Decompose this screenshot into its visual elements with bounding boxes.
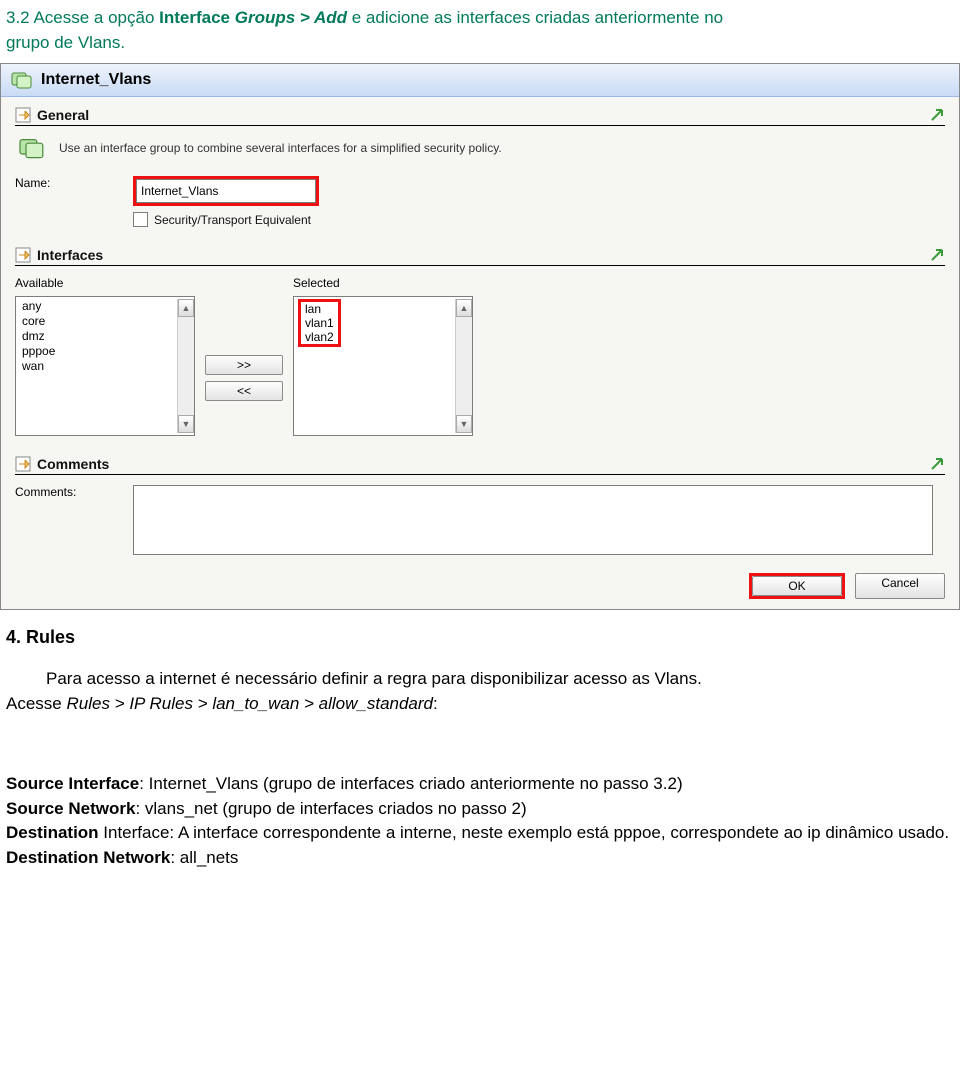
list-item[interactable]: vlan1 bbox=[303, 316, 336, 330]
section-interfaces-header[interactable]: Interfaces bbox=[15, 243, 945, 266]
section-comments-header[interactable]: Comments bbox=[15, 452, 945, 475]
dialog-title: Internet_Vlans bbox=[41, 71, 151, 89]
scroll-up-icon[interactable]: ▲ bbox=[456, 299, 472, 317]
scroll-up-icon[interactable]: ▲ bbox=[178, 299, 194, 317]
add-to-selected-button[interactable]: >> bbox=[205, 355, 283, 375]
selected-label: Selected bbox=[293, 276, 473, 290]
section-general-desc: Use an interface group to combine severa… bbox=[59, 141, 502, 155]
intro-paragraph: 3.2 Acesse a opção Interface Groups > Ad… bbox=[0, 0, 960, 57]
intro-txt-b: Interface bbox=[159, 8, 230, 27]
section-comments: Comments Comments: bbox=[1, 446, 959, 565]
src-net-val: : vlans_net (grupo de interfaces criados… bbox=[135, 799, 526, 818]
comments-label: Comments: bbox=[15, 485, 125, 499]
list-item[interactable]: pppoe bbox=[20, 344, 177, 358]
dialog-titlebar: Internet_Vlans bbox=[1, 64, 959, 97]
name-input[interactable] bbox=[136, 179, 316, 203]
intro-txt-a: Acesse a opção bbox=[33, 8, 154, 27]
comments-textarea[interactable] bbox=[133, 485, 933, 555]
rules-path: Rules > IP Rules > lan_to_wan > allow_st… bbox=[66, 694, 433, 713]
section-comments-label: Comments bbox=[37, 456, 109, 472]
collapse-icon[interactable] bbox=[929, 456, 945, 472]
list-item[interactable]: dmz bbox=[20, 329, 177, 343]
src-if-label: Source Interface bbox=[6, 774, 139, 793]
selected-highlight: lan vlan1 vlan2 bbox=[298, 299, 341, 347]
cancel-button[interactable]: Cancel bbox=[855, 573, 945, 599]
dst-net-val: : all_nets bbox=[170, 848, 238, 867]
expand-section-icon bbox=[15, 107, 31, 123]
selected-column: Selected lan vlan1 vlan2 ▲ ▼ bbox=[293, 276, 473, 436]
src-net-label: Source Network bbox=[6, 799, 135, 818]
interface-group-icon bbox=[11, 70, 33, 90]
scrollbar[interactable]: ▲ ▼ bbox=[455, 299, 472, 433]
section-interfaces: Interfaces Available any core dmz pppoe … bbox=[1, 237, 959, 446]
ok-button[interactable]: OK bbox=[752, 576, 842, 596]
src-if-val: : Internet_Vlans (grupo de interfaces cr… bbox=[139, 774, 682, 793]
rules-block: 4. Rules Para acesso a internet é necess… bbox=[0, 624, 960, 870]
section-general-label: General bbox=[37, 107, 89, 123]
scroll-down-icon[interactable]: ▼ bbox=[178, 415, 194, 433]
name-row: Name: Security/Transport Equivalent bbox=[15, 172, 945, 231]
expand-section-icon bbox=[15, 247, 31, 263]
intro-txt-c: Groups > Add bbox=[235, 8, 347, 27]
expand-section-icon bbox=[15, 456, 31, 472]
section-general: General Use an interface group to combin… bbox=[1, 97, 959, 237]
section-interfaces-label: Interfaces bbox=[37, 247, 103, 263]
intro-txt-d: e adicione as interfaces criadas anterio… bbox=[352, 8, 723, 27]
scrollbar[interactable]: ▲ ▼ bbox=[177, 299, 194, 433]
rules-para1: Para acesso a internet é necessário defi… bbox=[46, 667, 954, 692]
list-item[interactable]: core bbox=[20, 314, 177, 328]
sec-equiv-row: Security/Transport Equivalent bbox=[133, 212, 319, 227]
rules-acesse: Acesse bbox=[6, 694, 62, 713]
collapse-icon[interactable] bbox=[929, 107, 945, 123]
collapse-icon[interactable] bbox=[929, 247, 945, 263]
interface-group-small-icon bbox=[18, 136, 46, 160]
list-item[interactable]: lan bbox=[303, 302, 323, 316]
selected-listbox[interactable]: lan vlan1 vlan2 ▲ ▼ bbox=[293, 296, 473, 436]
available-label: Available bbox=[15, 276, 195, 290]
dst-if-label: Destination bbox=[6, 823, 99, 842]
available-column: Available any core dmz pppoe wan ▲ ▼ bbox=[15, 276, 195, 436]
list-item[interactable]: wan bbox=[20, 359, 177, 373]
sec-equiv-label: Security/Transport Equivalent bbox=[154, 213, 311, 227]
scroll-down-icon[interactable]: ▼ bbox=[456, 415, 472, 433]
dst-net-label: Destination Network bbox=[6, 848, 170, 867]
name-label: Name: bbox=[15, 176, 125, 190]
intro-txt-l2: grupo de Vlans. bbox=[6, 33, 125, 52]
remove-from-selected-button[interactable]: << bbox=[205, 381, 283, 401]
dst-if-val: Interface: A interface correspondente a … bbox=[99, 823, 950, 842]
intro-num: 3.2 bbox=[6, 8, 30, 27]
rules-heading: 4. Rules bbox=[6, 627, 75, 647]
list-item[interactable]: any bbox=[20, 299, 177, 313]
list-item[interactable]: vlan2 bbox=[303, 330, 336, 344]
security-equivalent-checkbox[interactable] bbox=[133, 212, 148, 227]
available-listbox[interactable]: any core dmz pppoe wan ▲ ▼ bbox=[15, 296, 195, 436]
section-general-header[interactable]: General bbox=[15, 103, 945, 126]
dialog-footer: OK Cancel bbox=[1, 565, 959, 609]
rules-colon: : bbox=[433, 694, 438, 713]
interface-group-dialog: Internet_Vlans General Use bbox=[0, 63, 960, 610]
section-desc-row: Use an interface group to combine severa… bbox=[15, 134, 945, 162]
